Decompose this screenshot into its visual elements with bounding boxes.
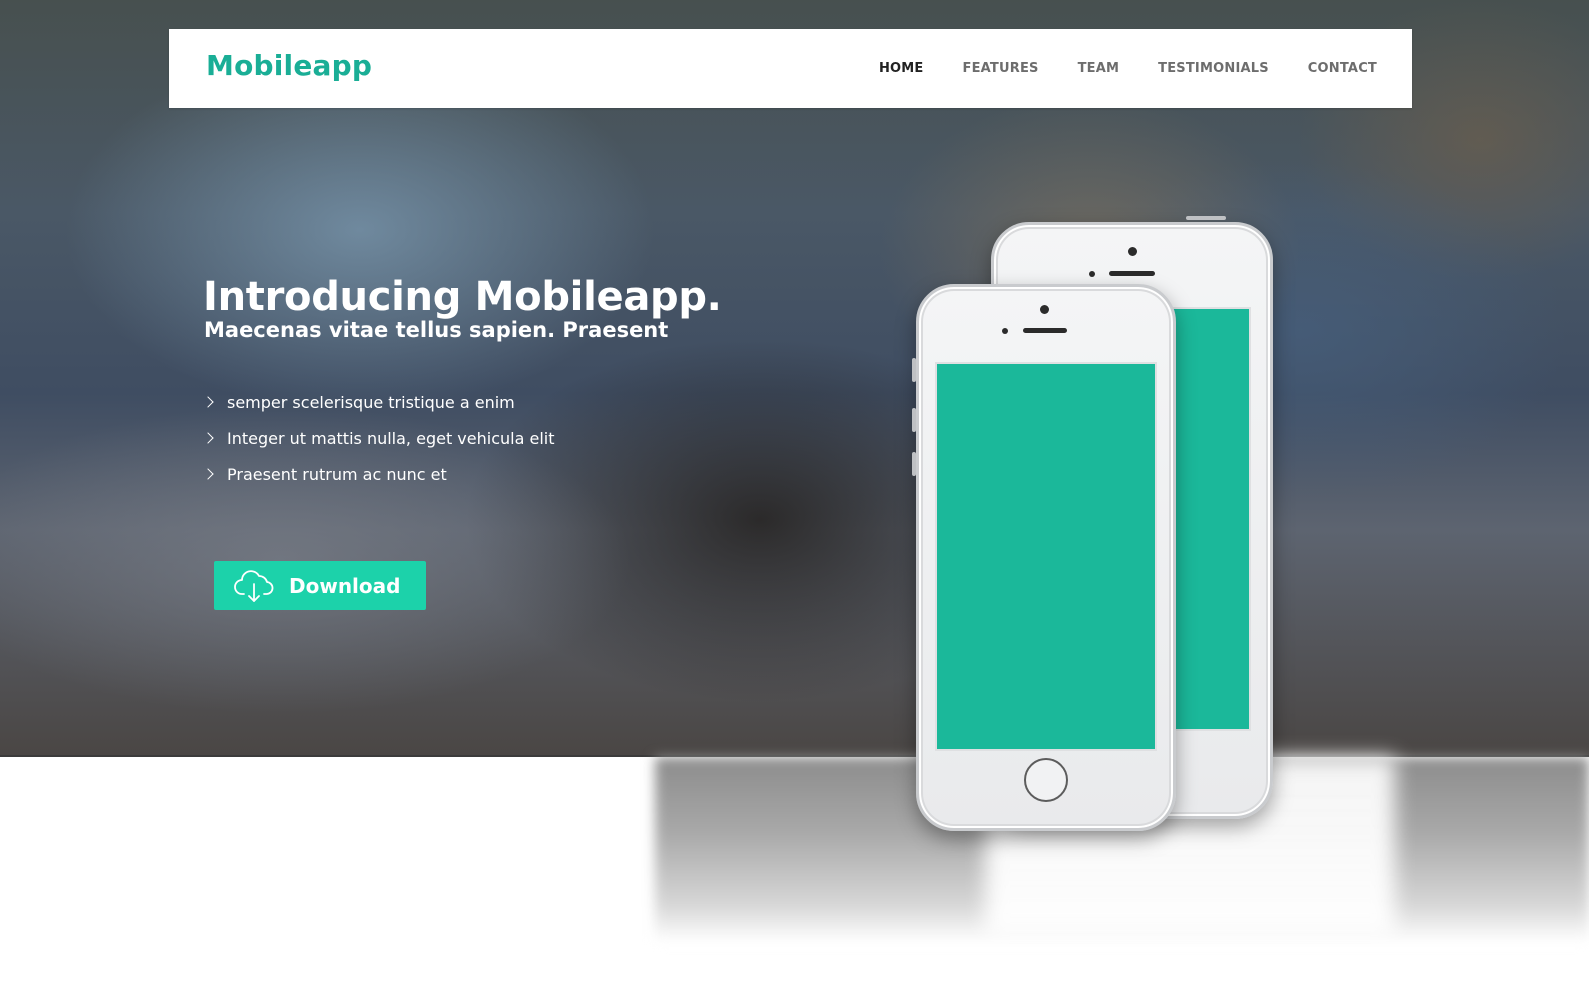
nav-item-testimonials[interactable]: TESTIMONIALS (1158, 61, 1269, 76)
hero-subtitle: Maecenas vitae tellus sapien. Praesent (204, 318, 669, 342)
home-button (1024, 758, 1068, 802)
phone-power-button (1186, 216, 1226, 220)
download-button-label: Download (289, 573, 401, 598)
feature-item: semper scelerisque tristique a enim (202, 384, 554, 420)
feature-item-label: Integer ut mattis nulla, eget vehicula e… (227, 428, 555, 448)
nav-item-home[interactable]: HOME (879, 61, 924, 76)
phone-speaker (1023, 328, 1067, 333)
front-phone-mockup (916, 284, 1176, 831)
chevron-right-icon (202, 396, 214, 408)
feature-item-label: Praesent rutrum ac nunc et (227, 464, 447, 484)
hero-title: Introducing Mobileapp. (203, 274, 722, 320)
phone-screen (1165, 307, 1251, 731)
chevron-right-icon (202, 468, 214, 480)
feature-item: Praesent rutrum ac nunc et (202, 456, 554, 492)
phone-screen (935, 362, 1157, 751)
feature-item: Integer ut mattis nulla, eget vehicula e… (202, 420, 555, 456)
nav-item-team[interactable]: TEAM (1078, 61, 1120, 76)
brand-logo[interactable]: Mobileapp (206, 49, 372, 82)
navbar: Mobileapp HOME FEATURES TEAM TESTIMONIAL… (169, 29, 1412, 108)
feature-list: semper scelerisque tristique a enim Inte… (202, 384, 555, 492)
phone-camera (1040, 305, 1049, 314)
cloud-download-icon (234, 569, 274, 602)
nav-item-contact[interactable]: CONTACT (1308, 61, 1377, 76)
phone-sensor (1089, 271, 1095, 277)
download-button[interactable]: Download (214, 561, 426, 610)
phone-volume-button (912, 452, 916, 476)
phone-sensor (1002, 328, 1008, 334)
hero-background (0, 0, 1589, 757)
main-nav: HOME FEATURES TEAM TESTIMONIALS CONTACT (879, 29, 1377, 108)
phone-volume-button (912, 358, 916, 382)
nav-item-features[interactable]: FEATURES (963, 61, 1039, 76)
phone-volume-button (912, 408, 916, 432)
chevron-right-icon (202, 432, 214, 444)
feature-item-label: semper scelerisque tristique a enim (227, 392, 515, 412)
phone-speaker (1109, 271, 1155, 276)
phone-camera (1128, 247, 1137, 256)
